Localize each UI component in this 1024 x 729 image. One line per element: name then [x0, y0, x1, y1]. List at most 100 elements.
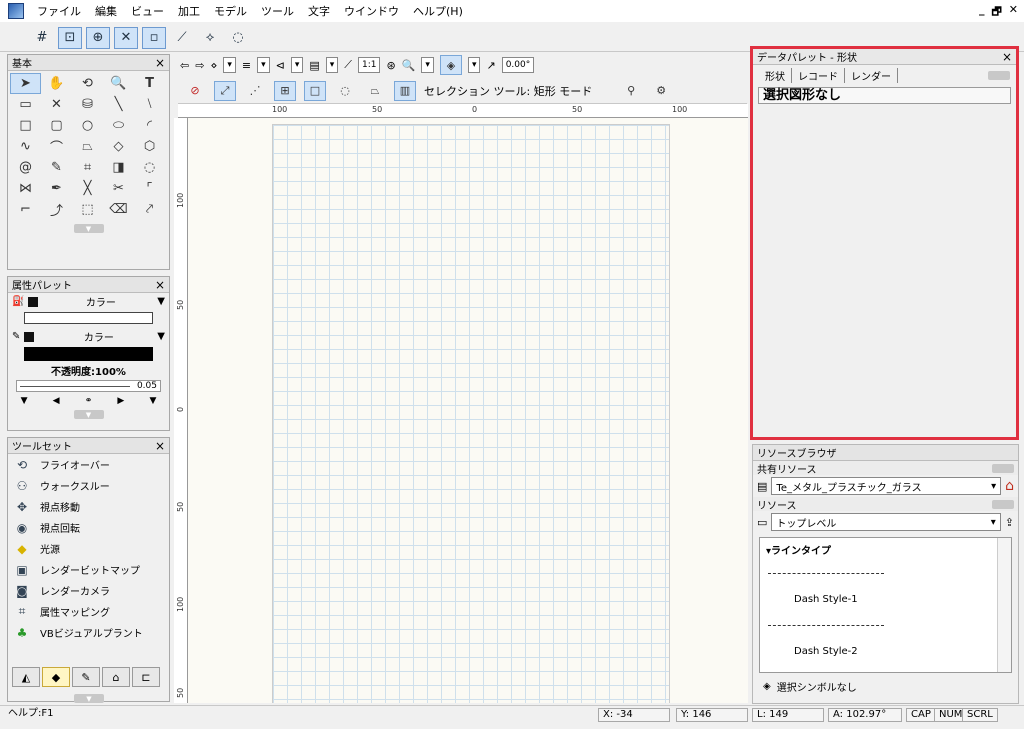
intersection-snap-icon[interactable]: ✕ — [114, 26, 138, 49]
grid-snap-icon[interactable]: # — [30, 27, 54, 49]
scissors-icon[interactable]: ✂ — [103, 178, 134, 199]
point-snap-icon[interactable]: ⊕ — [86, 26, 110, 49]
menu-tool[interactable]: ツール — [254, 3, 301, 19]
toolset-item-flyover[interactable]: ⟲ フライオーバー — [8, 454, 169, 475]
rotate-view-icon[interactable]: ⟲ — [72, 73, 103, 94]
arrow-right-icon[interactable]: ▶ — [117, 396, 124, 406]
back-arrow-icon[interactable]: ⇦ — [180, 59, 189, 72]
text-icon[interactable]: T — [134, 73, 165, 94]
tab-shape[interactable]: 形状 — [759, 67, 792, 83]
cross-icon[interactable]: ╳ — [72, 178, 103, 199]
chevron-down-icon[interactable]: ▼ — [157, 296, 165, 307]
sheet-dropdown[interactable]: ▾ — [325, 57, 339, 73]
snap-mode-icon[interactable]: ▥ — [394, 80, 416, 101]
curve-icon[interactable]: ⤴ — [41, 199, 72, 220]
home-icon[interactable]: ⌂ — [1005, 478, 1014, 494]
stack-icon[interactable]: ⛁ — [72, 94, 103, 115]
smart-point-icon[interactable]: ⟡ — [198, 27, 222, 49]
polygon-icon[interactable]: ⏢ — [72, 136, 103, 157]
toolset-item-plant[interactable]: ♣ VBビジュアルプラント — [8, 622, 169, 643]
oval-icon[interactable]: ⬭ — [103, 115, 134, 136]
resource-select[interactable]: トップレベル ▾ — [771, 513, 1001, 531]
close-icon[interactable]: × — [1002, 50, 1012, 64]
list-header[interactable]: ▾ラインタイプ — [760, 538, 1011, 561]
palette-menu-icon[interactable] — [988, 70, 1010, 80]
menu-text[interactable]: 文字 — [301, 3, 337, 19]
zoom-icon[interactable]: 🔍 — [103, 73, 134, 94]
toolset-item-render-camera[interactable]: ◙ レンダーカメラ — [8, 580, 169, 601]
dotted-circle-icon[interactable]: ◌ — [134, 157, 165, 178]
polyline-icon[interactable]: ⌒ — [41, 136, 72, 157]
sheet-icon[interactable]: ▤ — [309, 59, 319, 72]
toolset-item-pan[interactable]: ✥ 視点移動 — [8, 496, 169, 517]
toolset-item-render-bitmap[interactable]: ▣ レンダービットマップ — [8, 559, 169, 580]
3d-view-icon[interactable]: ◈ — [439, 55, 462, 75]
freehand-icon[interactable]: ∿ — [10, 136, 41, 157]
house-tab-icon[interactable]: ⌂ — [102, 667, 130, 687]
double-line-icon[interactable]: ⧵ — [134, 94, 165, 115]
layer-dropdown[interactable]: ▾ — [257, 57, 270, 73]
visualization-tab-icon[interactable]: ◆ — [42, 667, 70, 687]
close-icon[interactable]: × — [155, 56, 165, 70]
disable-interactive-icon[interactable]: ⊘ — [184, 81, 206, 101]
inspect-icon[interactable]: ⚲ — [620, 81, 642, 101]
single-select-icon[interactable]: ⤢ — [214, 80, 236, 101]
crop-icon[interactable]: ⌗ — [72, 157, 103, 178]
toolset-item-attribute-mapping[interactable]: ⌗ 属性マッピング — [8, 601, 169, 622]
pencil-tab-icon[interactable]: ✎ — [72, 667, 100, 687]
class-icon[interactable]: ⊲ — [276, 59, 285, 72]
render-dropdown[interactable]: ▾ — [467, 57, 481, 73]
line-thickness-slider[interactable]: 0.05 — [16, 380, 161, 392]
restore-button[interactable]: 🗗 — [991, 3, 1001, 22]
collapse-arrow-icon[interactable]: ▼ — [73, 410, 104, 419]
chevron-down-icon[interactable]: ▼ — [149, 396, 156, 406]
rectangle-mode-icon[interactable]: □ — [304, 80, 326, 101]
render-icon[interactable]: ⊛ — [386, 59, 395, 72]
ruler-tab-icon[interactable]: ⊏ — [132, 667, 160, 687]
menu-file[interactable]: ファイル — [30, 3, 88, 19]
link-icon[interactable]: ⚭ — [85, 396, 93, 406]
fillet-icon[interactable]: ⌜ — [134, 178, 165, 199]
close-icon[interactable]: × — [155, 439, 165, 453]
section-menu-icon[interactable] — [992, 499, 1014, 509]
close-button[interactable]: ✕ — [1009, 3, 1018, 22]
arrow-left-icon[interactable]: ◀ — [53, 396, 60, 406]
pen-row[interactable]: ✎ カラー ▼ — [8, 328, 169, 345]
spiral-icon[interactable]: @ — [10, 157, 41, 178]
shapes-tab-icon[interactable]: ◭ — [12, 667, 40, 687]
list-item[interactable]: Dash Style-2 — [760, 639, 1011, 665]
corner-icon[interactable]: ⌐ — [10, 199, 41, 220]
menu-help[interactable]: ヘルプ(H) — [406, 3, 470, 19]
arc-icon[interactable]: ◜ — [134, 115, 165, 136]
layer-icon[interactable]: ≡ — [242, 59, 251, 72]
select-box-icon[interactable]: ⬚ — [72, 199, 103, 220]
standard-view-icon[interactable]: ⋄ — [210, 59, 217, 72]
section-menu-icon[interactable] — [992, 463, 1014, 473]
menu-modify[interactable]: 加工 — [171, 3, 207, 19]
hexagon-icon[interactable]: ⬡ — [134, 136, 165, 157]
minimize-button[interactable]: _ — [979, 3, 985, 22]
ruler-icon[interactable]: ⟋ — [344, 58, 352, 72]
drawing-sheet-grid[interactable] — [272, 124, 670, 703]
folder-up-icon[interactable]: ⇪ — [1005, 516, 1014, 529]
axis-icon[interactable]: ↗ — [486, 59, 495, 72]
fill-icon[interactable]: ◨ — [103, 157, 134, 178]
rectangle-icon[interactable]: □ — [10, 115, 41, 136]
lasso-mode-icon[interactable]: ◌ — [334, 81, 356, 101]
arrow-icon[interactable]: ➤ — [10, 73, 41, 94]
transform-mode-icon[interactable]: ⊞ — [274, 80, 296, 101]
collapse-arrow-icon[interactable]: ▼ — [73, 224, 104, 233]
mirror-icon[interactable]: ⋈ — [10, 178, 41, 199]
circle-icon[interactable]: ○ — [72, 115, 103, 136]
menu-edit[interactable]: 編集 — [88, 3, 124, 19]
pen-icon[interactable]: ✒ — [41, 178, 72, 199]
extend-icon[interactable]: ⤤ — [134, 199, 165, 220]
angle-snap-icon[interactable]: ⟋ — [170, 27, 194, 49]
hand-icon[interactable]: ✋ — [41, 73, 72, 94]
angle-box[interactable]: 0.00° — [501, 57, 535, 73]
rounded-rect-icon[interactable]: ▢ — [41, 115, 72, 136]
menu-window[interactable]: ウインドウ — [337, 3, 406, 19]
object-snap-icon[interactable]: ⊡ — [58, 26, 82, 49]
chevron-down-icon[interactable]: ▼ — [157, 331, 165, 342]
line-icon[interactable]: ╲ — [103, 94, 134, 115]
